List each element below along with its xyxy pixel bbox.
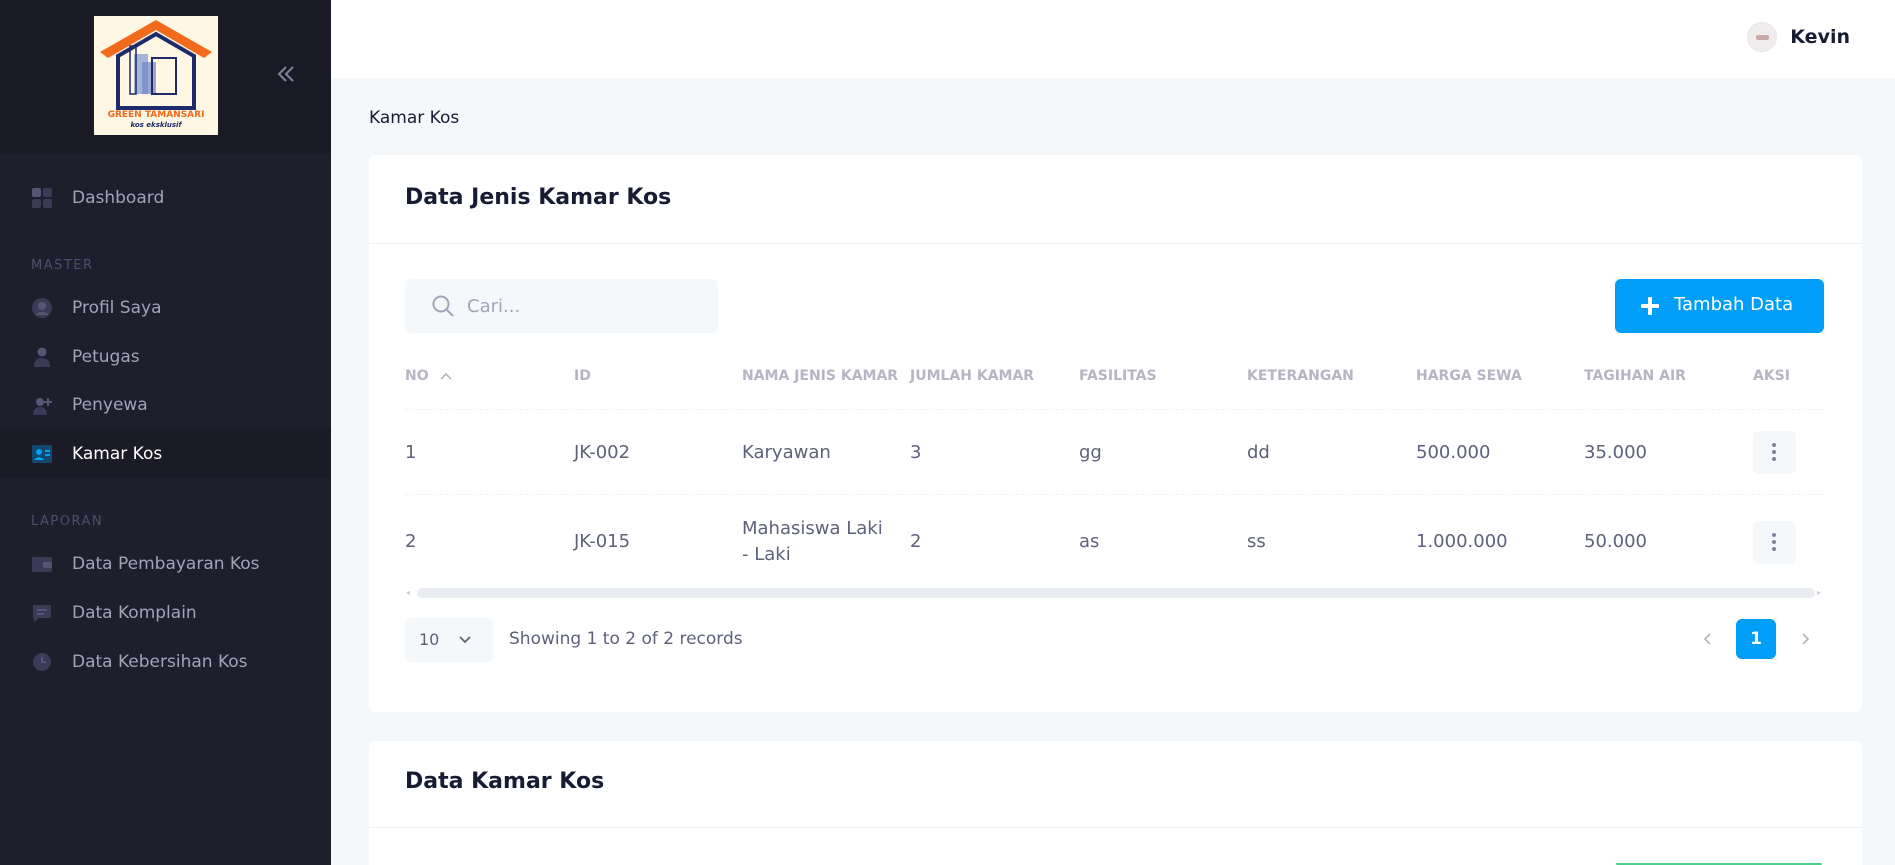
logo-line2: kos eksklusif: [130, 121, 182, 129]
chevron-down-icon: [459, 636, 471, 644]
card-title: Data Kamar Kos: [405, 769, 605, 794]
sidebar-header: GREEN TAMANSARI kos eksklusif: [0, 0, 331, 153]
sidebar-item-petugas[interactable]: Petugas: [0, 332, 331, 381]
person-add-icon: [33, 397, 52, 415]
card-title: Data Jenis Kamar Kos: [405, 185, 672, 210]
cell-keterangan: dd: [1247, 442, 1270, 463]
cell-air: 35.000: [1584, 442, 1647, 463]
next-page-icon[interactable]: [1797, 631, 1813, 647]
column-header-no[interactable]: NO: [405, 368, 452, 384]
person-icon: [34, 347, 50, 367]
sidebar: GREEN TAMANSARI kos eksklusif Dashboard …: [0, 0, 331, 865]
row-divider: [405, 494, 1825, 495]
sidebar-item-label: Data Komplain: [72, 602, 197, 623]
brand-logo[interactable]: GREEN TAMANSARI kos eksklusif: [94, 16, 218, 135]
double-chevron-left-icon: [277, 66, 294, 82]
column-header-tagihan-air[interactable]: TAGIHAN AIR: [1584, 368, 1686, 384]
search-icon: [432, 295, 454, 317]
user-menu[interactable]: Kevin: [1747, 22, 1850, 52]
sidebar-item-dashboard[interactable]: Dashboard: [0, 173, 331, 222]
records-info: Showing 1 to 2 of 2 records: [509, 629, 743, 649]
sort-asc-icon: [439, 372, 452, 380]
column-header-keterangan[interactable]: KETERANGAN: [1247, 368, 1354, 384]
column-header-nama-jenis-kamar[interactable]: NAMA JENIS KAMAR: [742, 368, 898, 384]
column-header-jumlah-kamar[interactable]: JUMLAH KAMAR: [910, 368, 1034, 384]
horizontal-scrollbar[interactable]: [417, 588, 1815, 598]
page-title: Kamar Kos: [369, 108, 460, 128]
column-header-fasilitas[interactable]: FASILITAS: [1079, 368, 1157, 384]
id-card-icon: [32, 444, 52, 463]
sidebar-item-data-pembayaran-kos[interactable]: Data Pembayaran Kos: [0, 539, 331, 588]
scroll-right-arrow[interactable]: ▸: [1817, 588, 1827, 598]
logo-line1: GREEN TAMANSARI: [107, 110, 205, 120]
tambah-data-button[interactable]: Tambah Data: [1615, 279, 1824, 333]
collapse-sidebar-button[interactable]: [272, 60, 300, 88]
cell-no: 1: [405, 442, 417, 463]
more-vertical-icon: [1772, 443, 1776, 461]
section-laporan: LAPORAN: [31, 514, 104, 529]
message-icon: [33, 604, 51, 622]
cell-no: 2: [405, 531, 417, 552]
cell-keterangan: ss: [1247, 531, 1266, 552]
sidebar-item-data-komplain[interactable]: Data Komplain: [0, 588, 331, 637]
cell-harga: 500.000: [1416, 442, 1491, 463]
avatar[interactable]: [1747, 22, 1778, 52]
sidebar-item-label: Profil Saya: [72, 297, 162, 318]
section-master: MASTER: [31, 258, 94, 273]
page-size-value: 10: [419, 630, 440, 649]
card-divider: [369, 827, 1862, 828]
row-actions-button[interactable]: [1753, 431, 1796, 474]
sidebar-item-kamar-kos[interactable]: Kamar Kos: [0, 429, 331, 478]
cell-fasilitas: as: [1079, 531, 1100, 552]
sidebar-item-label: Data Kebersihan Kos: [72, 651, 248, 672]
cell-harga: 1.000.000: [1416, 531, 1508, 552]
cell-air: 50.000: [1584, 531, 1647, 552]
card-divider: [369, 243, 1862, 244]
sidebar-item-profil-saya[interactable]: Profil Saya: [0, 283, 331, 332]
cell-id: JK-015: [574, 531, 631, 552]
cell-jumlah: 3: [910, 442, 922, 463]
cell-jumlah: 2: [910, 531, 922, 552]
scroll-left-arrow[interactable]: ◂: [406, 588, 416, 598]
cell-nama: Mahasiswa Laki: [742, 518, 883, 539]
search-box[interactable]: [405, 279, 718, 333]
wallet-icon: [32, 556, 52, 572]
clock-icon: [33, 652, 51, 671]
column-header-aksi: AKSI: [1753, 368, 1790, 384]
prev-page-icon[interactable]: [1700, 631, 1716, 647]
user-name: Kevin: [1790, 26, 1850, 48]
cell-id: JK-002: [574, 442, 631, 463]
sidebar-item-data-kebersihan-kos[interactable]: Data Kebersihan Kos: [0, 637, 331, 686]
sidebar-item-label: Data Pembayaran Kos: [72, 553, 260, 574]
page-size-select[interactable]: 10: [405, 618, 493, 662]
dashboard-icon: [32, 187, 52, 208]
column-header-id[interactable]: ID: [574, 368, 591, 384]
more-vertical-icon: [1772, 533, 1776, 551]
search-input[interactable]: [467, 291, 707, 321]
user-circle-icon: [32, 297, 52, 318]
page-1-button[interactable]: 1: [1736, 619, 1776, 659]
sidebar-item-penyewa[interactable]: Penyewa: [0, 380, 331, 429]
kamar-kos-card: Data Kamar Kos: [369, 741, 1862, 865]
row-actions-button[interactable]: [1753, 521, 1796, 564]
sidebar-item-label: Penyewa: [72, 394, 148, 415]
cell-fasilitas: gg: [1079, 442, 1102, 463]
cell-nama-line2: - Laki: [742, 544, 791, 565]
cell-nama: Karyawan: [742, 442, 831, 463]
sidebar-item-label: Kamar Kos: [72, 443, 163, 464]
column-header-harga-sewa[interactable]: HARGA SEWA: [1416, 368, 1522, 384]
sidebar-item-label: Petugas: [72, 346, 140, 367]
column-header-label: NO: [405, 368, 429, 384]
plus-icon: [1641, 297, 1659, 315]
top-header: Kevin: [331, 0, 1895, 78]
row-divider: [405, 409, 1825, 410]
tambah-data-label: Tambah Data: [1674, 294, 1794, 315]
jenis-kamar-card: Data Jenis Kamar Kos Tambah Data NO ID N…: [369, 155, 1862, 712]
sidebar-item-label: Dashboard: [72, 187, 165, 208]
